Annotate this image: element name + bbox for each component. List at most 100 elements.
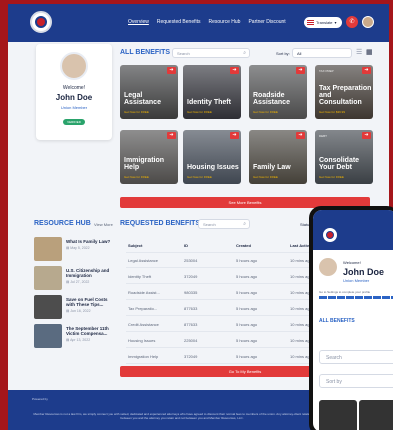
card-link[interactable]: Get Now for FREE xyxy=(187,175,212,179)
sort-label: Sort by: xyxy=(276,51,290,56)
profile-name: John Doe xyxy=(55,93,93,102)
arrow-right-icon[interactable]: ➜ xyxy=(230,132,239,139)
top-navbar: Overview Requested Benefits Resource Hub… xyxy=(8,4,389,42)
table-cell: 5 hours ago xyxy=(236,354,258,359)
requested-search-placeholder: Search xyxy=(203,222,216,227)
translate-button[interactable]: Translate ▾ xyxy=(304,17,342,28)
card-tag: DEBT xyxy=(319,134,328,138)
benefit-card[interactable]: DEBT ➜ Consolidate Your Debt Get Now for FR… xyxy=(315,130,373,184)
resource-thumbnail xyxy=(34,324,62,348)
mobile-sort-select[interactable]: Sort by xyxy=(319,374,393,388)
table-cell: Tax Preparatio... xyxy=(128,306,158,311)
footer-disclaimer: Member Resources is not a law firm, we s… xyxy=(33,412,331,420)
table-cell: 877633 xyxy=(184,306,198,311)
benefit-card[interactable]: ➜ Housing Issues Get Now for FREE xyxy=(183,130,241,184)
table-cell: 980335 xyxy=(184,290,198,295)
resource-item[interactable]: Save on Fuel Costs with These Tips... ▤ J… xyxy=(34,295,116,321)
mobile-benefit-card[interactable] xyxy=(359,400,393,430)
requested-search-input[interactable]: Search ⌕ xyxy=(198,219,250,229)
powered-by-label: Powered by xyxy=(32,397,48,401)
nav-overview[interactable]: Overview xyxy=(128,19,149,25)
mobile-header xyxy=(313,210,393,250)
table-cell: Roadside Assist... xyxy=(128,290,160,295)
benefits-search-placeholder: Search xyxy=(177,51,190,56)
grid-view-icon[interactable]: ▦ xyxy=(366,48,373,56)
card-tag: TAX PREP xyxy=(319,69,334,73)
benefit-card[interactable]: ➜ Roadside Assistance Get Now for FREE xyxy=(249,65,307,119)
card-link[interactable]: Get Now for FREE xyxy=(319,175,344,179)
resource-date-text: Jun 16, 2022 xyxy=(70,309,91,313)
phone-icon[interactable]: ✆ xyxy=(346,16,358,28)
resource-title: What Is Family Law? xyxy=(66,239,111,244)
col-created: Created xyxy=(236,243,251,248)
resource-item[interactable]: What Is Family Law? ▤ May 5, 2022 xyxy=(34,237,116,263)
mobile-search-input[interactable]: Search xyxy=(319,350,393,364)
resource-item[interactable]: U.S. Citizenship and Immigration ▤ Jul 27… xyxy=(34,266,116,292)
mobile-role: Union Member xyxy=(343,278,370,283)
card-title: Tax Preparation and Consultation xyxy=(319,85,372,106)
resource-thumbnail xyxy=(34,266,62,290)
card-title: Immigration Help xyxy=(124,157,165,171)
table-cell: 253004 xyxy=(184,258,198,263)
table-cell: 225004 xyxy=(184,338,198,343)
card-link[interactable]: Get Now for FREE xyxy=(253,110,278,114)
user-avatar[interactable] xyxy=(362,16,374,28)
nav-partner-discount[interactable]: Partner Discount xyxy=(248,19,285,25)
profile-card: Welcome! John Doe Union Member VERIFIED xyxy=(36,44,112,140)
arrow-right-icon[interactable]: ➜ xyxy=(362,132,371,139)
arrow-right-icon[interactable]: ➜ xyxy=(362,67,371,74)
card-link[interactable]: Get Now for FREE xyxy=(124,110,149,114)
verified-badge: VERIFIED xyxy=(63,119,85,125)
benefit-card[interactable]: ➜ Identity Theft Get Now for FREE xyxy=(183,65,241,119)
table-cell: 372049 xyxy=(184,274,198,279)
profile-progress-bar xyxy=(319,296,393,299)
card-title: Roadside Assistance xyxy=(253,92,290,106)
benefit-card[interactable]: ➜ Legal Assistance Get Now for FREE xyxy=(120,65,178,119)
resource-title: The September 11th Victim Compensa... xyxy=(66,326,109,336)
resource-date-text: May 5, 2022 xyxy=(70,246,90,250)
union-logo[interactable] xyxy=(30,11,52,33)
resource-date-text: Jul 27, 2022 xyxy=(70,280,90,284)
view-more-link[interactable]: View More xyxy=(94,222,113,227)
table-cell: Housing Issues xyxy=(128,338,156,343)
benefit-card[interactable]: TAX PREP ➜ Tax Preparation and Consultatio… xyxy=(315,65,373,119)
card-link[interactable]: Get Now for FREE xyxy=(187,110,212,114)
search-icon: ⌕ xyxy=(243,50,246,56)
table-cell: 5 hours ago xyxy=(236,274,258,279)
profile-welcome: Welcome! xyxy=(62,85,86,91)
benefit-card[interactable]: ➜ Family Law Get Now for FREE xyxy=(249,130,307,184)
resource-item[interactable]: The September 11th Victim Compensa... ▤ A… xyxy=(34,324,116,350)
table-cell: 877633 xyxy=(184,322,198,327)
nav-requested-benefits[interactable]: Requested Benefits xyxy=(157,19,201,25)
resource-date: ▤ Jul 27, 2022 xyxy=(66,280,90,284)
table-cell: Credit Assistance xyxy=(128,322,159,327)
card-link[interactable]: Get Now for FREE xyxy=(124,175,149,179)
card-link[interactable]: Get Now for $39.99 xyxy=(319,110,345,114)
chevron-down-icon: ▾ xyxy=(334,20,337,25)
benefits-search-input[interactable]: Search ⌕ xyxy=(172,48,250,58)
card-title: Housing Issues xyxy=(187,164,239,171)
mobile-avatar xyxy=(319,258,337,276)
resource-date-text: Apr 13, 2022 xyxy=(70,338,91,342)
arrow-right-icon[interactable]: ➜ xyxy=(230,67,239,74)
nav-resource-hub[interactable]: Resource Hub xyxy=(208,19,240,25)
list-view-icon[interactable]: ☰ xyxy=(356,48,362,56)
benefit-card[interactable]: ➜ Immigration Help Get Now for FREE xyxy=(120,130,178,184)
mobile-sort-placeholder: Sort by xyxy=(326,379,342,385)
mobile-profile-note: Go to Settings to complete your profile xyxy=(319,290,371,294)
arrow-right-icon[interactable]: ➜ xyxy=(296,67,305,74)
arrow-right-icon[interactable]: ➜ xyxy=(296,132,305,139)
table-cell: 372049 xyxy=(184,354,198,359)
requested-benefits-title: REQUESTED BENEFITS xyxy=(120,220,201,227)
arrow-right-icon[interactable]: ➜ xyxy=(167,132,176,139)
arrow-right-icon[interactable]: ➜ xyxy=(167,67,176,74)
mobile-union-logo[interactable] xyxy=(323,228,337,242)
col-subject: Subject xyxy=(128,243,143,248)
table-cell: Identity Theft xyxy=(128,274,152,279)
card-title: Consolidate Your Debt xyxy=(319,157,360,171)
sort-select[interactable]: All xyxy=(292,48,352,58)
translate-label: Translate xyxy=(316,20,333,25)
mobile-benefit-card[interactable] xyxy=(319,400,357,430)
card-link[interactable]: Get Now for FREE xyxy=(253,175,278,179)
table-cell: Legal Assistance xyxy=(128,258,159,263)
